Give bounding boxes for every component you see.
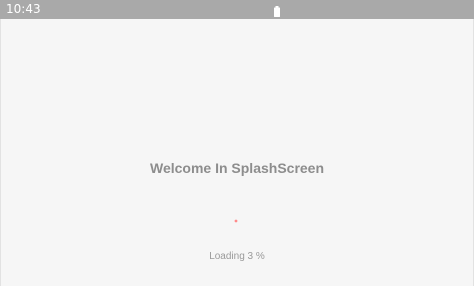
- progress-spinner-icon: [234, 210, 238, 223]
- status-time: 10:43: [6, 2, 41, 16]
- status-bar: 10:43: [0, 0, 474, 19]
- battery-icon: [274, 4, 280, 17]
- loading-text: Loading 3 %: [209, 251, 265, 262]
- welcome-title: Welcome In SplashScreen: [149, 160, 325, 176]
- screen-border-left: [0, 19, 1, 286]
